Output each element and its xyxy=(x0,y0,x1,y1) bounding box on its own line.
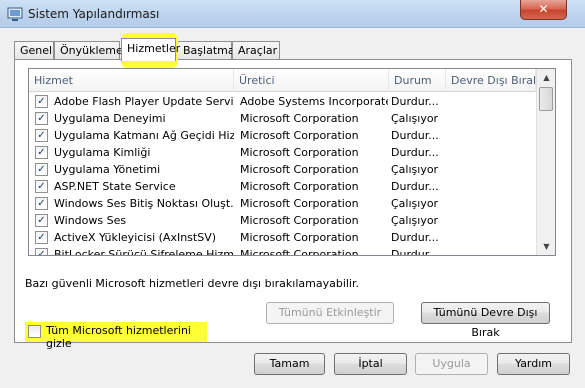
service-status: Durdur... xyxy=(391,180,439,193)
cancel-button[interactable]: İptal xyxy=(334,353,407,375)
vertical-scrollbar[interactable]: ▲ ▼ xyxy=(536,69,555,255)
tab-onyukleme[interactable]: Önyükleme xyxy=(54,41,123,60)
service-status: Durdur... xyxy=(391,146,439,159)
service-status: Çalışıyor xyxy=(391,112,439,125)
tab-genel[interactable]: Genel xyxy=(14,41,54,60)
service-status: Durdur... xyxy=(391,248,439,256)
service-checkbox[interactable]: ✓ xyxy=(35,180,48,193)
service-checkbox[interactable]: ✓ xyxy=(35,214,48,227)
service-checkbox[interactable]: ✓ xyxy=(35,197,48,210)
column-header-status[interactable]: Durum xyxy=(389,69,446,92)
service-name: ActiveX Yükleyicisi (AxInstSV) xyxy=(54,231,217,244)
table-row[interactable]: ✓ Windows Ses Bitiş Noktası Oluşt... Micro… xyxy=(29,195,536,212)
service-checkbox[interactable]: ✓ xyxy=(35,231,48,244)
disable-all-button[interactable]: Tümünü Devre Dışı Bırak xyxy=(421,302,550,339)
service-vendor: Microsoft Corporation xyxy=(240,112,359,125)
column-header-service[interactable]: Hizmet xyxy=(29,69,234,92)
service-vendor: Adobe Systems Incorporated xyxy=(240,95,388,108)
service-vendor: Microsoft Corporation xyxy=(240,180,359,193)
service-name: Uygulama Kimliği xyxy=(54,146,151,159)
list-header: Hizmet Üretici Durum Devre Dışı Bırakı..… xyxy=(29,69,536,92)
service-status: Durdur... xyxy=(391,129,439,142)
service-vendor: Microsoft Corporation xyxy=(240,248,359,256)
table-row[interactable]: ✓ Windows Ses Microsoft Corporation Çalışıy… xyxy=(29,212,536,229)
service-name: Adobe Flash Player Update Service xyxy=(54,95,234,108)
table-row[interactable]: ✓ Uygulama Yönetimi Microsoft Corporation Ç… xyxy=(29,161,536,178)
scroll-up-icon[interactable]: ▲ xyxy=(538,69,555,86)
service-name: BitLocker Sürücü Şifreleme Hizmeti xyxy=(54,248,234,256)
service-checkbox[interactable]: ✓ xyxy=(35,146,48,159)
service-status: Durdur... xyxy=(391,231,439,244)
service-vendor: Microsoft Corporation xyxy=(240,163,359,176)
service-rows: ✓ Adobe Flash Player Update Service Adobe … xyxy=(29,93,536,256)
help-button[interactable]: Yardım xyxy=(497,353,570,375)
system-configuration-icon xyxy=(7,7,23,21)
service-name: Uygulama Deneyimi xyxy=(54,112,166,125)
info-text: Bazı güvenli Microsoft hizmetleri devre … xyxy=(25,277,359,290)
column-header-disabled-date[interactable]: Devre Dışı Bırakı... xyxy=(446,69,536,92)
service-vendor: Microsoft Corporation xyxy=(240,146,359,159)
table-row[interactable]: ✓ Adobe Flash Player Update Service Adobe … xyxy=(29,93,536,110)
window-title: Sistem Yapılandırması xyxy=(28,7,160,21)
tab-baslatma[interactable]: Başlatma xyxy=(177,41,235,60)
service-checkbox[interactable]: ✓ xyxy=(35,112,48,125)
close-button[interactable]: ✕ xyxy=(520,0,567,20)
service-status: Çalışıyor xyxy=(391,214,439,227)
scroll-thumb[interactable] xyxy=(539,87,553,111)
hide-microsoft-checkbox[interactable] xyxy=(28,325,41,338)
service-checkbox[interactable]: ✓ xyxy=(35,95,48,108)
service-vendor: Microsoft Corporation xyxy=(240,214,359,227)
column-header-vendor[interactable]: Üretici xyxy=(234,69,389,92)
hide-microsoft-label: Tüm Microsoft hizmetlerini gizle xyxy=(46,324,191,350)
service-vendor: Microsoft Corporation xyxy=(240,197,359,210)
service-name: ASP.NET State Service xyxy=(54,180,176,193)
enable-all-button[interactable]: Tümünü Etkinleştir xyxy=(266,302,394,324)
scroll-down-icon[interactable]: ▼ xyxy=(538,238,555,255)
service-name: Windows Ses xyxy=(54,214,127,227)
table-row[interactable]: ✓ ASP.NET State Service Microsoft Corporat… xyxy=(29,178,536,195)
service-status: Çalışıyor xyxy=(391,163,439,176)
service-checkbox[interactable]: ✓ xyxy=(35,248,48,255)
services-list[interactable]: Hizmet Üretici Durum Devre Dışı Bırakı..… xyxy=(28,68,556,256)
table-row[interactable]: ✓ Uygulama Deneyimi Microsoft Corporation Ç… xyxy=(29,110,536,127)
apply-button[interactable]: Uygula xyxy=(415,353,488,375)
service-status: Durdur... xyxy=(391,95,439,108)
services-panel: Hizmet Üretici Durum Devre Dışı Bırakı..… xyxy=(14,59,572,350)
service-name: Uygulama Yönetimi xyxy=(54,163,161,176)
table-row[interactable]: ✓ Uygulama Kimliği Microsoft Corporation Du… xyxy=(29,144,536,161)
hide-microsoft-services[interactable]: Tüm Microsoft hizmetlerini gizle xyxy=(25,322,207,350)
title-bar: Sistem Yapılandırması ✕ xyxy=(0,0,585,28)
service-name: Uygulama Katmanı Ağ Geçidi Hiz... xyxy=(54,129,234,142)
tab-araclar[interactable]: Araçlar xyxy=(232,41,280,60)
table-row[interactable]: ✓ ActiveX Yükleyicisi (AxInstSV) Microsoft… xyxy=(29,229,536,246)
service-name: Windows Ses Bitiş Noktası Oluşt... xyxy=(54,197,234,210)
tab-hizmetler[interactable]: Hizmetler xyxy=(121,38,180,61)
ok-button[interactable]: Tamam xyxy=(254,353,325,375)
service-vendor: Microsoft Corporation xyxy=(240,129,359,142)
service-status: Çalışıyor xyxy=(391,197,439,210)
table-row[interactable]: ✓ Uygulama Katmanı Ağ Geçidi Hiz... Micros… xyxy=(29,127,536,144)
service-vendor: Microsoft Corporation xyxy=(240,231,359,244)
service-checkbox[interactable]: ✓ xyxy=(35,163,48,176)
service-checkbox[interactable]: ✓ xyxy=(35,129,48,142)
table-row[interactable]: ✓ BitLocker Sürücü Şifreleme Hizmeti Micro… xyxy=(29,246,536,256)
